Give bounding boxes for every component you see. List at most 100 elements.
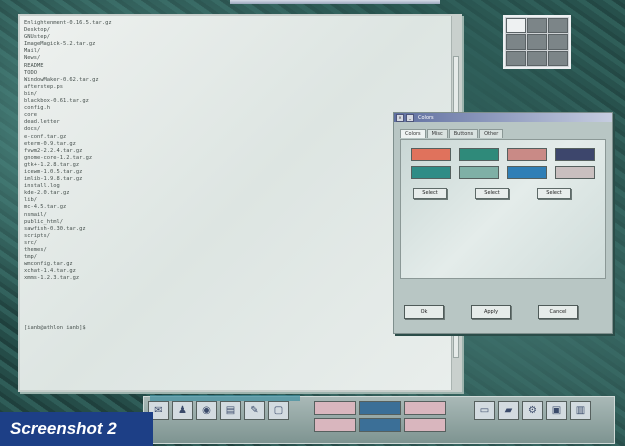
pager-desk-3[interactable] bbox=[548, 18, 568, 34]
pager-desk-2[interactable] bbox=[527, 18, 547, 34]
terminal-line: Enlightenment-0.16.5.tar.gz bbox=[24, 20, 112, 26]
terminal-line: install.log bbox=[24, 183, 60, 190]
terminal-output[interactable]: Enlightenment-0.16.5.tar.gz Desktop/GNUst… bbox=[24, 20, 450, 386]
terminal-line: icewm-1.0.5.tar.gz bbox=[24, 168, 83, 175]
tab-other[interactable]: Other bbox=[479, 129, 504, 138]
terminal-line: README bbox=[24, 62, 44, 69]
app-icon[interactable]: ♟ bbox=[172, 401, 193, 420]
color-swatch-1[interactable] bbox=[411, 148, 451, 161]
terminal-line: dead.letter bbox=[24, 119, 60, 126]
web-icon[interactable]: ◉ bbox=[196, 401, 217, 420]
pager-desk-9[interactable] bbox=[548, 50, 568, 66]
select-button-1[interactable]: Select bbox=[413, 188, 447, 199]
color-swatch-4[interactable] bbox=[555, 148, 595, 161]
color-swatches bbox=[411, 148, 595, 179]
color-swatch-6[interactable] bbox=[459, 166, 499, 179]
task-button-5[interactable] bbox=[359, 418, 401, 432]
gear-icon[interactable]: ⚙ bbox=[522, 401, 543, 420]
edit-icon[interactable]: ✎ bbox=[244, 401, 265, 420]
pager-desk-7[interactable] bbox=[506, 50, 526, 66]
minimize-icon[interactable]: _ bbox=[406, 113, 414, 122]
terminal-line: mc-4.5.tar.gz bbox=[24, 204, 67, 211]
tab-buttons[interactable]: Buttons bbox=[448, 129, 479, 138]
terminal-line: Mail/ bbox=[24, 48, 41, 55]
terminal-line: nsmail/ bbox=[24, 211, 47, 218]
terminal-line: lib/ bbox=[24, 197, 37, 204]
terminal-line: [ianb@athlon ianb]$ bbox=[24, 325, 89, 332]
terminal-line: GNUstep/ bbox=[24, 34, 50, 41]
terminal-line: src/ bbox=[24, 239, 37, 246]
terminal-line: config.h bbox=[24, 105, 50, 112]
taskbar: ✉ ♟ ◉ ▤ ✎ ▢ ▭ ▰ ⚙ ▣ ▥ bbox=[143, 395, 615, 444]
desktop-pager[interactable] bbox=[503, 15, 571, 69]
terminal-line: kde-2.0.tar.gz bbox=[24, 190, 70, 197]
terminal-line: WindowMaker-0.62.tar.gz bbox=[24, 76, 99, 83]
terminal-line: bin/ bbox=[24, 90, 37, 97]
terminal-line: xchat-1.4.tar.gz bbox=[24, 268, 76, 275]
terminal-line: public_html/ bbox=[24, 218, 63, 225]
terminal-line: eterm-0.9.tar.gz bbox=[24, 140, 76, 147]
terminal-line: TODO bbox=[24, 69, 37, 76]
terminal-line: blackbox-0.61.tar.gz bbox=[24, 98, 89, 105]
task-button-2[interactable] bbox=[359, 401, 401, 415]
terminal-line: sawfish-0.30.tar.gz bbox=[24, 225, 86, 232]
cancel-button[interactable]: Cancel bbox=[538, 305, 578, 319]
terminal-line: ImageMagick-5.2.tar.gz bbox=[24, 41, 96, 48]
terminal-line: gnome-core-1.2.tar.gz bbox=[24, 154, 93, 161]
task-list bbox=[314, 401, 446, 432]
terminal-line: wmconfig.tar.gz bbox=[24, 261, 73, 268]
apply-button[interactable]: Apply bbox=[471, 305, 511, 319]
tab-misc[interactable]: Misc bbox=[426, 129, 448, 138]
pager-desk-1[interactable] bbox=[506, 18, 526, 34]
colors-dialog: × _ Colors Colors Misc Buttons Other Sel… bbox=[393, 112, 613, 334]
terminal-line: gtk+-1.2.8.tar.gz bbox=[24, 161, 80, 168]
folder-icon[interactable]: ▰ bbox=[498, 401, 519, 420]
top-window-edge bbox=[230, 0, 440, 4]
tab-panel: Select Select Select bbox=[400, 139, 606, 279]
screenshot-caption: Screenshot 2 bbox=[0, 412, 153, 446]
dialog-title: Colors bbox=[418, 114, 434, 121]
pager-desk-6[interactable] bbox=[548, 34, 568, 50]
terminal-line: themes/ bbox=[24, 247, 47, 253]
terminal-line: e-conf.tar.gz bbox=[24, 133, 67, 140]
terminal-line: imlib-1.9.8.tar.gz bbox=[24, 176, 83, 183]
tray-icons: ▭ ▰ ⚙ ▣ ▥ bbox=[474, 401, 591, 420]
color-swatch-2[interactable] bbox=[459, 148, 499, 161]
close-icon[interactable]: × bbox=[396, 113, 404, 122]
dialog-titlebar[interactable]: × _ Colors bbox=[394, 113, 612, 122]
tab-colors[interactable]: Colors bbox=[400, 129, 426, 138]
doc-icon[interactable]: ▥ bbox=[570, 401, 591, 420]
color-swatch-7[interactable] bbox=[507, 166, 547, 179]
select-button-3[interactable]: Select bbox=[537, 188, 571, 199]
task-button-1[interactable] bbox=[314, 401, 356, 415]
color-swatch-8[interactable] bbox=[555, 166, 595, 179]
terminal-line: core bbox=[24, 112, 37, 119]
terminal-line: scripts/ bbox=[24, 232, 50, 239]
dialog-tabs: Colors Misc Buttons Other bbox=[400, 129, 504, 138]
pager-desk-8[interactable] bbox=[527, 50, 547, 66]
task-button-3[interactable] bbox=[404, 401, 446, 415]
file-icon[interactable]: ▢ bbox=[268, 401, 289, 420]
ok-button[interactable]: Ok bbox=[404, 305, 444, 319]
terminal-line: afterstep.ps bbox=[24, 83, 63, 90]
task-button-4[interactable] bbox=[314, 418, 356, 432]
pager-desk-4[interactable] bbox=[506, 34, 526, 50]
terminal-line: xmms-1.2.3.tar.gz bbox=[24, 275, 80, 282]
color-swatch-3[interactable] bbox=[507, 148, 547, 161]
terminal-line: fvwm2-2.2.4.tar.gz bbox=[24, 147, 83, 154]
terminal-line: docs/ bbox=[24, 126, 41, 133]
monitor-icon[interactable]: ▭ bbox=[474, 401, 495, 420]
color-swatch-5[interactable] bbox=[411, 166, 451, 179]
terminal-line: News/ bbox=[24, 55, 41, 62]
pager-desk-5[interactable] bbox=[527, 34, 547, 50]
term-icon[interactable]: ▤ bbox=[220, 401, 241, 420]
disk-icon[interactable]: ▣ bbox=[546, 401, 567, 420]
task-button-6[interactable] bbox=[404, 418, 446, 432]
select-button-2[interactable]: Select bbox=[475, 188, 509, 199]
